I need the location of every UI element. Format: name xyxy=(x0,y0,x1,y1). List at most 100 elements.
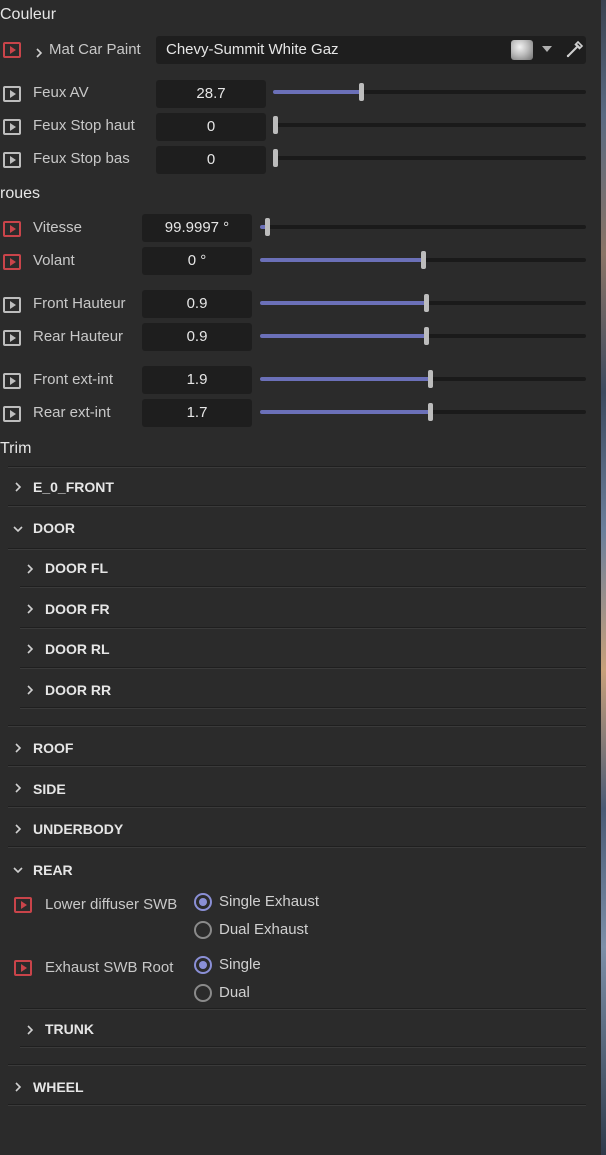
chevron-right-icon xyxy=(13,1079,23,1092)
param-slider[interactable] xyxy=(273,83,586,101)
keyframe-gray-icon[interactable] xyxy=(3,406,21,422)
param-value-field[interactable]: 0.9 xyxy=(142,323,252,351)
group-label: REAR xyxy=(33,862,73,878)
param-slider[interactable] xyxy=(260,403,586,421)
keyframe-red-icon[interactable] xyxy=(3,254,21,270)
slider-thumb[interactable] xyxy=(272,116,278,134)
eyedropper-icon[interactable] xyxy=(564,38,586,60)
group-door[interactable]: DOOR xyxy=(8,507,586,547)
slider-thumb[interactable] xyxy=(427,403,433,421)
param-slider[interactable] xyxy=(272,149,586,167)
chevron-right-icon xyxy=(13,479,23,492)
slider-thumb[interactable] xyxy=(421,251,426,269)
group-trunk[interactable]: TRUNK xyxy=(8,1010,586,1047)
group-label: WHEEL xyxy=(33,1079,84,1095)
param-label: Front Hauteur xyxy=(33,295,126,312)
group-label: DOOR FL xyxy=(45,560,108,576)
param-value-field[interactable]: 0 xyxy=(156,146,266,174)
mat-car-paint-label: Mat Car Paint xyxy=(49,41,141,58)
group-door-rl[interactable]: DOOR RL xyxy=(8,629,586,667)
param-value-field[interactable]: 0.9 xyxy=(142,290,252,318)
radio-single-exhaust[interactable] xyxy=(194,893,212,911)
group-door-rr[interactable]: DOOR RR xyxy=(8,669,586,707)
section-couleur-title: Couleur xyxy=(0,6,57,23)
chevron-right-icon xyxy=(25,601,35,614)
radio-label: Single Exhaust xyxy=(219,893,320,910)
group-door-fr[interactable]: DOOR FR xyxy=(8,588,586,627)
radio-label: Dual Exhaust xyxy=(219,921,309,938)
group-label: ROOF xyxy=(33,740,74,756)
section-roues-title: roues xyxy=(0,185,41,202)
param-label: Vitesse xyxy=(33,219,82,236)
param-value-field[interactable]: 99.9997 ° xyxy=(142,214,252,242)
keyframe-red-icon[interactable] xyxy=(3,221,21,237)
keyframe-gray-icon[interactable] xyxy=(3,297,21,313)
slider-thumb[interactable] xyxy=(424,327,430,345)
param-value-field[interactable]: 0 ° xyxy=(142,247,252,275)
chevron-right-icon xyxy=(25,561,35,574)
slider-thumb[interactable] xyxy=(358,83,364,101)
slider-fill xyxy=(260,377,430,381)
group-label: DOOR RR xyxy=(45,682,112,698)
chevron-right-icon[interactable] xyxy=(34,45,44,58)
param-slider[interactable] xyxy=(260,327,586,345)
param-label: Rear ext-int xyxy=(33,404,111,421)
lower-diffuser-label: Lower diffuser SWB xyxy=(45,896,178,913)
param-label: Feux AV xyxy=(33,84,89,101)
param-slider[interactable] xyxy=(260,370,586,388)
chevron-right-icon xyxy=(25,682,35,695)
group-rear[interactable]: REAR xyxy=(8,848,586,886)
radio-single[interactable] xyxy=(194,956,212,974)
group-label: DOOR RL xyxy=(45,641,110,657)
chevron-right-icon xyxy=(13,740,23,753)
group-label: UNDERBODY xyxy=(33,821,124,837)
radio-dual[interactable] xyxy=(194,984,212,1002)
keyframe-gray-icon[interactable] xyxy=(3,86,21,102)
keyframe-gray-icon[interactable] xyxy=(3,119,21,135)
section-trim-title: Trim xyxy=(0,440,32,457)
chevron-right-icon xyxy=(25,1022,35,1035)
param-value-field[interactable]: 0 xyxy=(156,113,266,141)
group-roof[interactable]: ROOF xyxy=(8,727,586,765)
chevron-right-icon xyxy=(13,780,23,793)
keyframe-gray-icon[interactable] xyxy=(3,152,21,168)
radio-label: Single xyxy=(219,956,261,973)
material-select[interactable]: Chevy-Summit White Gaz xyxy=(156,36,586,64)
slider-thumb[interactable] xyxy=(272,149,278,167)
background-strip xyxy=(601,0,606,1155)
material-swatch[interactable] xyxy=(511,40,533,60)
param-value-field[interactable]: 28.7 xyxy=(156,80,266,108)
slider-thumb[interactable] xyxy=(264,218,270,236)
group-wheel[interactable]: WHEEL xyxy=(8,1066,586,1104)
param-slider[interactable] xyxy=(260,218,586,236)
group-door-fl[interactable]: DOOR FL xyxy=(8,549,586,586)
param-value-field[interactable]: 1.7 xyxy=(142,399,252,427)
param-label: Feux Stop bas xyxy=(33,150,130,167)
keyframe-gray-icon[interactable] xyxy=(3,373,21,389)
slider-thumb[interactable] xyxy=(427,370,433,388)
dropdown-caret-icon[interactable] xyxy=(542,46,552,52)
chevron-right-icon xyxy=(13,821,23,834)
group-label: TRUNK xyxy=(45,1021,94,1037)
group-side[interactable]: SIDE xyxy=(8,767,586,806)
divider xyxy=(8,1104,586,1106)
param-slider[interactable] xyxy=(272,116,586,134)
keyframe-red-icon[interactable] xyxy=(14,960,32,976)
slider-fill xyxy=(273,90,361,94)
group-underbody[interactable]: UNDERBODY xyxy=(8,808,586,846)
keyframe-red-icon[interactable] xyxy=(3,42,21,58)
slider-fill xyxy=(260,258,423,262)
chevron-down-icon xyxy=(13,862,23,874)
divider xyxy=(20,707,586,709)
param-value-field[interactable]: 1.9 xyxy=(142,366,252,394)
keyframe-gray-icon[interactable] xyxy=(3,330,21,346)
keyframe-red-icon[interactable] xyxy=(14,897,32,913)
group-label: DOOR FR xyxy=(45,601,110,617)
param-slider[interactable] xyxy=(260,294,586,312)
group-e0-front[interactable]: E_0_FRONT xyxy=(8,467,586,505)
radio-dual-exhaust[interactable] xyxy=(194,921,212,939)
param-slider[interactable] xyxy=(260,251,586,269)
slider-thumb[interactable] xyxy=(424,294,430,312)
group-label: SIDE xyxy=(33,781,66,797)
group-label: DOOR xyxy=(33,520,75,536)
